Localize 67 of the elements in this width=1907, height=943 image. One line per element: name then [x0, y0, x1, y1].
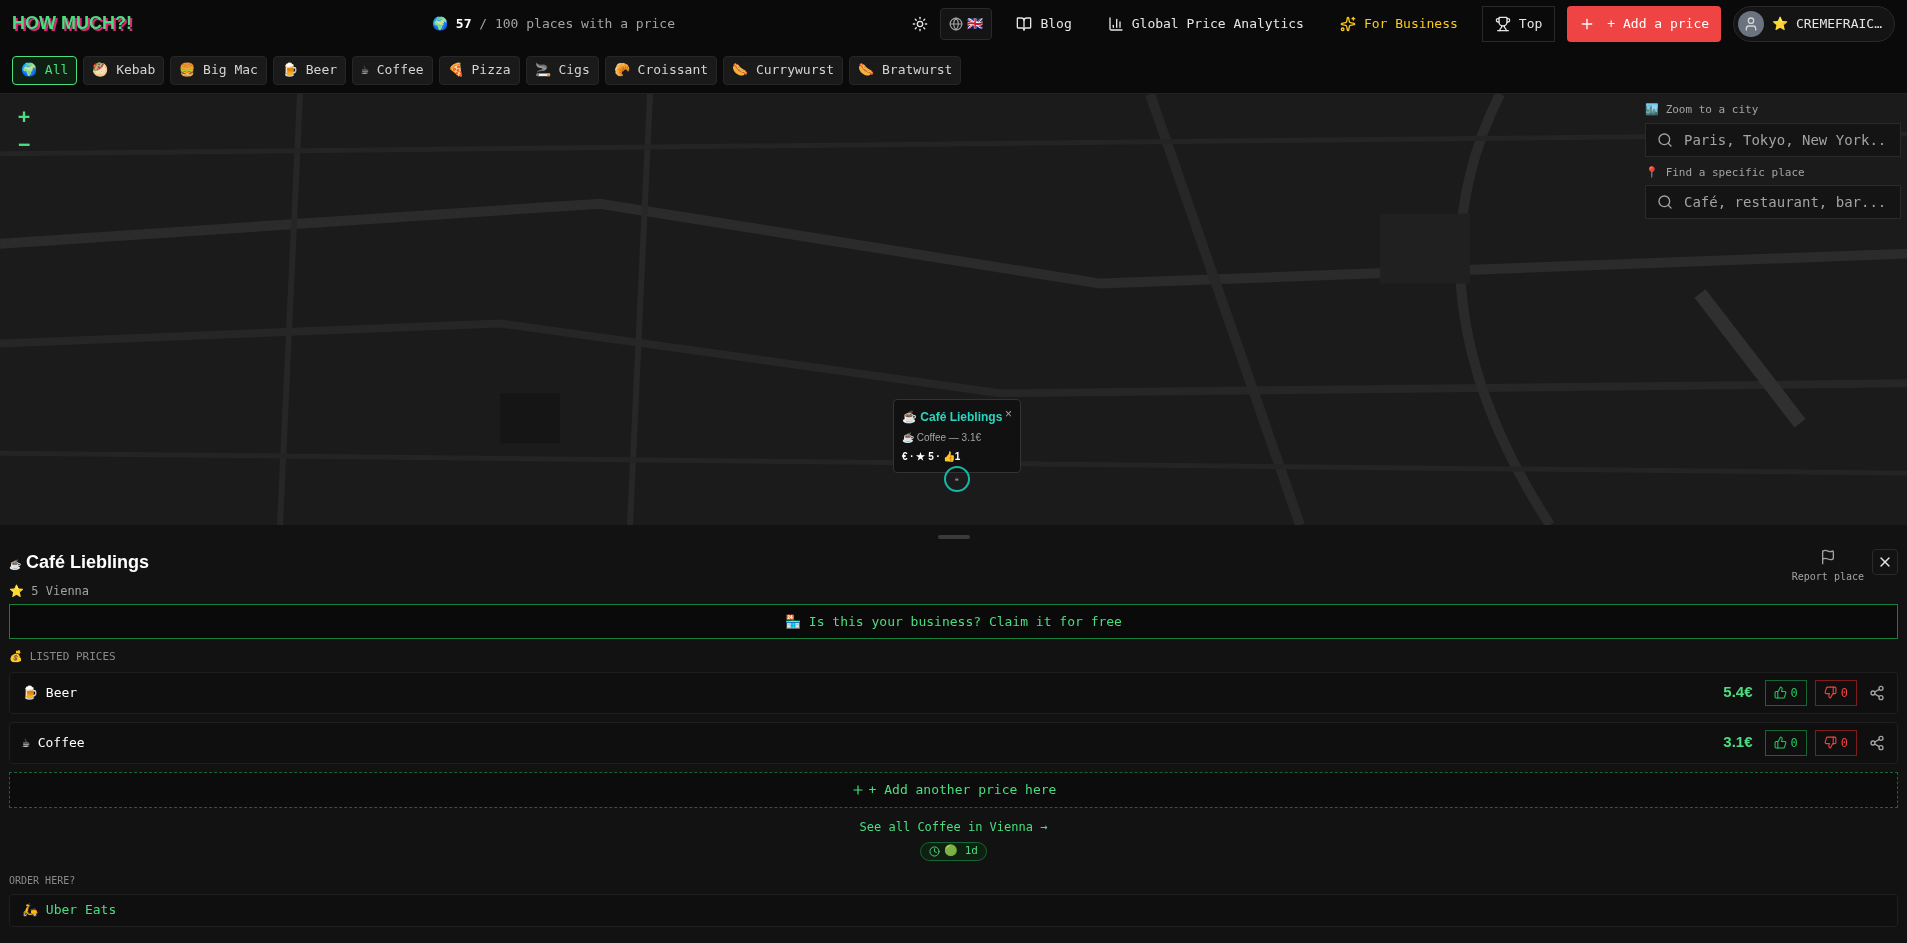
upvote-button[interactable]: 0: [1764, 729, 1807, 756]
price-value: 5.4€: [1723, 682, 1753, 703]
map-marker[interactable]: ☕: [944, 466, 970, 492]
category-chip[interactable]: 🌭 Currywurst: [723, 55, 844, 85]
close-button[interactable]: [1872, 549, 1898, 575]
add-another-price-button[interactable]: + Add another price here: [9, 771, 1898, 808]
trophy-icon: [1494, 15, 1511, 32]
add-price-button[interactable]: + Add a price: [1567, 5, 1722, 42]
report-place-button[interactable]: Report place: [1791, 543, 1864, 584]
places-stat: 🌍 57 / 100 places with a price: [432, 14, 676, 33]
bar-chart-icon: [1107, 15, 1124, 32]
search-field[interactable]: Café, restaurant, bar...: [1645, 185, 1901, 219]
popup-price: ☕ Coffee — 3.1€: [902, 431, 983, 445]
order-link[interactable]: 🛵 Uber Eats: [9, 893, 1898, 927]
search-label: 🏙 Zoom to a city: [1645, 102, 1760, 118]
sparkles-icon: [1339, 15, 1356, 32]
price-item: ☕ Coffee: [22, 733, 86, 752]
user-menu-button[interactable]: ⭐ CREMEFRAIC…: [1733, 5, 1895, 42]
logo[interactable]: HOW MUCH?!: [12, 10, 432, 37]
nav-link[interactable]: Global Price Analytics: [1095, 13, 1316, 34]
category-chip[interactable]: 🥙 Kebab: [83, 55, 165, 85]
claim-business-banner[interactable]: 🏪 Is this your business? Claim it for free: [9, 604, 1898, 639]
category-chip[interactable]: ☕ Coffee: [352, 55, 433, 85]
top-button[interactable]: Top: [1481, 5, 1556, 42]
category-chip[interactable]: 🌭 Bratwurst: [849, 55, 962, 85]
popup-meta: € · ★ 5 · 👍1: [902, 450, 962, 464]
category-chip[interactable]: 🌍 All: [12, 55, 78, 85]
theme-toggle-icon[interactable]: [912, 15, 929, 32]
zoom-in-button[interactable]: +: [12, 104, 36, 128]
upvote-button[interactable]: 0: [1764, 679, 1807, 706]
thumbs-up-icon: [1773, 736, 1787, 749]
place-rating: ⭐ 5 Vienna: [9, 583, 91, 600]
price-item: 🍺 Beer: [22, 683, 79, 702]
language-button[interactable]: 🇬🇧: [940, 7, 993, 40]
thumbs-down-icon: [1823, 736, 1837, 749]
clock-icon: [929, 845, 941, 857]
thumbs-down-icon: [1823, 686, 1837, 699]
section-heading: 💰 LISTED PRICES: [9, 649, 117, 665]
see-all-link[interactable]: See all Coffee in Vienna →: [859, 817, 1048, 836]
category-chip[interactable]: 🚬 Cigs: [525, 55, 599, 85]
search-field[interactable]: Paris, Tokyo, New York..: [1645, 122, 1901, 157]
drag-handle[interactable]: [937, 535, 970, 539]
search-icon: [1657, 131, 1673, 148]
book-icon: [1016, 15, 1033, 32]
thumbs-up-icon: [1773, 686, 1787, 699]
place-title: ☕ Café Lieblings: [9, 551, 150, 574]
plus-icon: [850, 782, 865, 797]
category-chip[interactable]: 🥐 Croissant: [604, 55, 718, 85]
nav-link[interactable]: Blog: [1004, 13, 1084, 34]
search-icon: [1657, 194, 1673, 210]
category-chip[interactable]: 🍺 Beer: [272, 55, 347, 85]
popup-title[interactable]: ☕ Café Lieblings: [902, 408, 1003, 426]
downvote-button[interactable]: 0: [1814, 679, 1857, 706]
price-value: 3.1€: [1723, 732, 1753, 753]
search-label: 📍 Find a specific place: [1645, 164, 1806, 181]
downvote-button[interactable]: 0: [1814, 729, 1857, 756]
popup-close-button[interactable]: ×: [1005, 408, 1012, 420]
globe-icon: [949, 16, 964, 31]
share-icon[interactable]: [1869, 684, 1885, 701]
age-label: 🟢 1d: [944, 842, 978, 859]
nav-link[interactable]: For Business: [1327, 13, 1470, 34]
section-heading: ORDER HERE?: [9, 873, 77, 888]
share-icon[interactable]: [1869, 734, 1885, 751]
flag-icon: [1819, 549, 1836, 565]
zoom-out-button[interactable]: −: [12, 132, 36, 156]
category-chip[interactable]: 🍔 Big Mac: [170, 55, 267, 85]
category-chip[interactable]: 🍕 Pizza: [438, 55, 520, 85]
